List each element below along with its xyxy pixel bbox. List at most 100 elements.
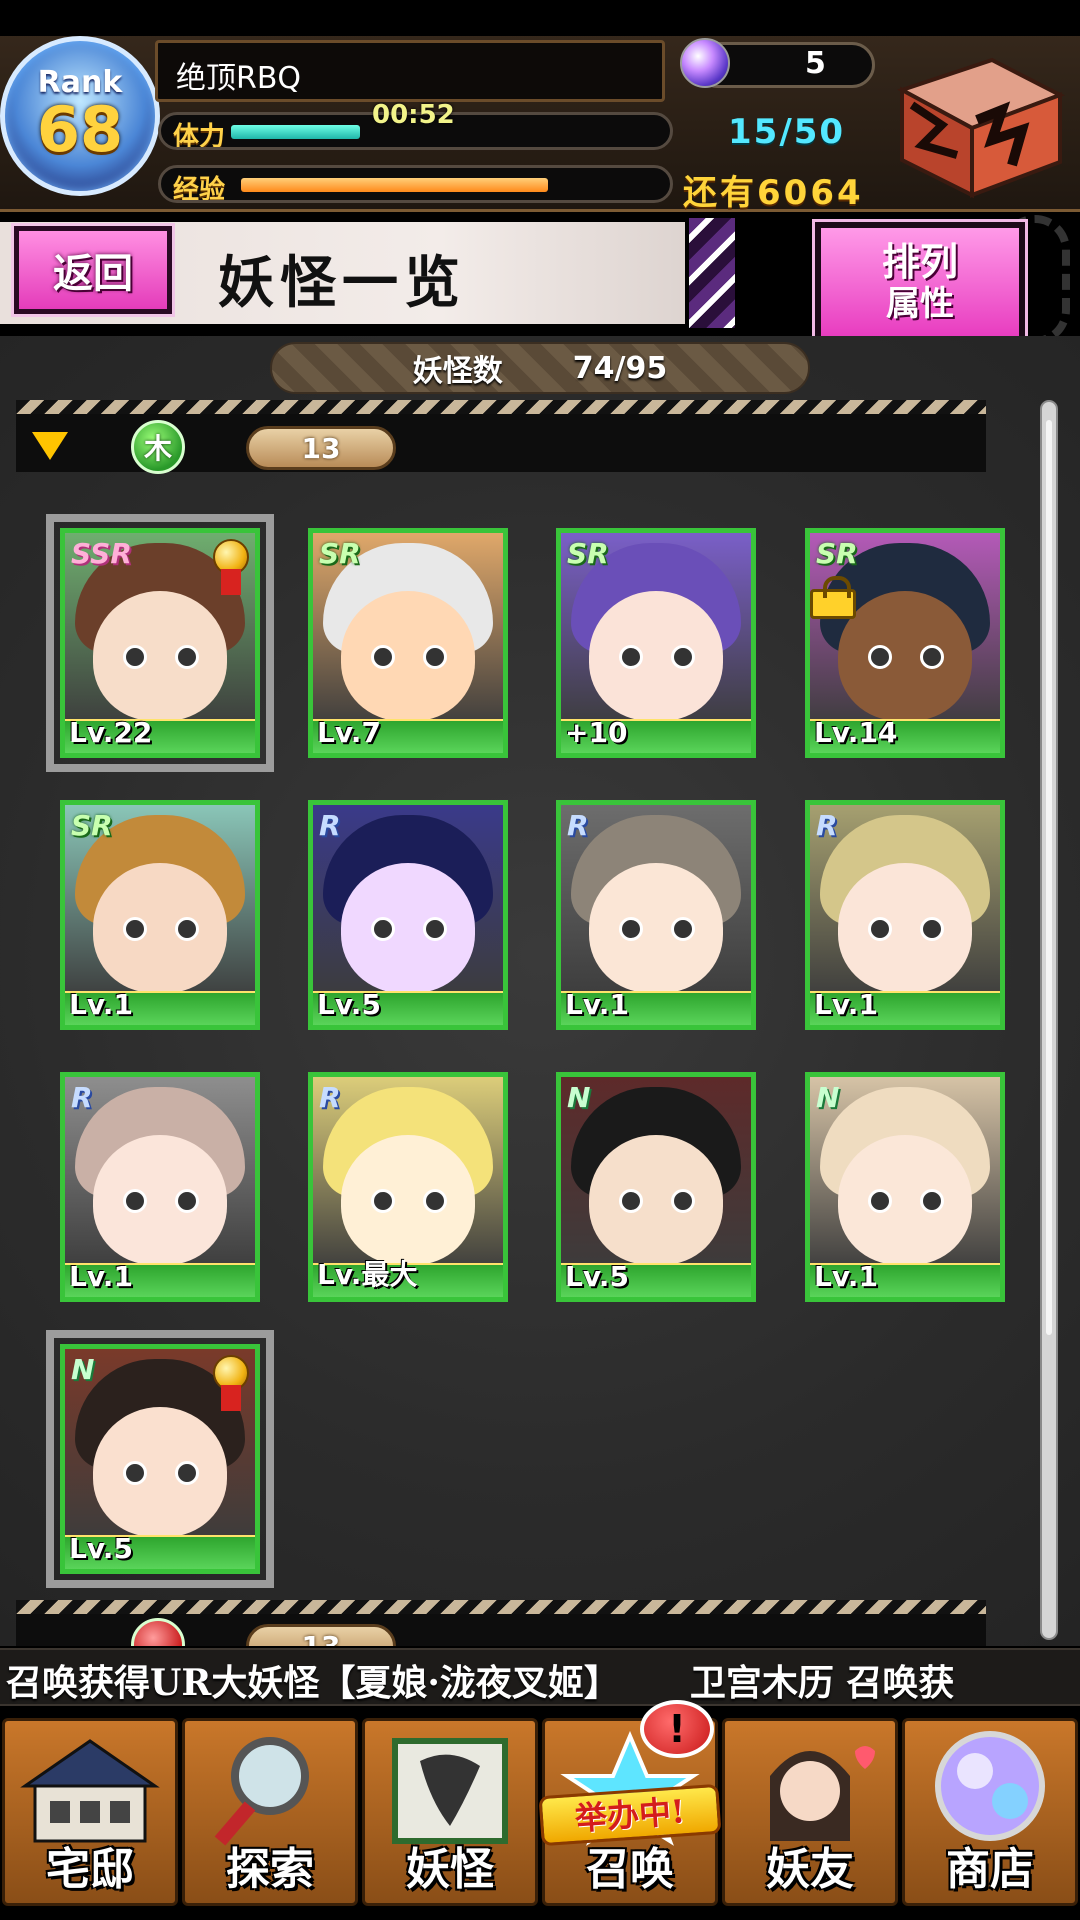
yokai-card[interactable]: R Lv.1 [805,800,1005,1030]
yokai-portrait [561,805,751,1000]
portrait-eye [423,917,447,941]
nav-shop[interactable]: 商店 [902,1718,1078,1906]
portrait-eye [371,1189,395,1213]
yokai-card[interactable]: R Lv.1 [556,800,756,1030]
yokai-card[interactable]: SR Lv.14 [805,528,1005,758]
rarity-badge: R [567,809,589,842]
portrait-eye [175,917,199,941]
yokai-card[interactable]: SR +10 [556,528,756,758]
stamina-fill [231,125,360,139]
sort-label: 排列 [881,239,958,284]
level-label: Lv.1 [565,988,629,1021]
group-header-fire[interactable]: 13 [16,1600,986,1646]
yokai-count-label: 妖怪数 [412,354,503,389]
portrait-eye [619,645,643,669]
yokai-card[interactable]: R Lv.1 [60,1072,260,1302]
yokai-count-bar: 妖怪数 74/95 [270,342,810,394]
exp-fill [241,178,548,192]
yokai-card[interactable]: SR Lv.1 [60,800,260,1030]
rarity-badge: N [816,1081,840,1114]
scrollbar-thumb[interactable] [1046,420,1052,1335]
yokai-card[interactable]: SR Lv.7 [308,528,508,758]
nav-label: 妖友 [766,1844,854,1895]
rarity-badge: N [567,1081,591,1114]
exp-remaining: 还有6064 [683,173,864,213]
scroll-icon [392,1738,508,1844]
portrait-eye [619,1189,643,1213]
portrait-eye [868,917,892,941]
portrait-eye [868,645,892,669]
portrait-eye [123,1461,147,1485]
group-count: 13 [246,1624,396,1646]
stamina-label: 体力 [173,122,226,150]
crystal-orb-icon [680,38,730,88]
nav-label: 妖怪 [406,1844,494,1895]
portrait-eye [123,645,147,669]
rarity-badge: N [71,1353,95,1386]
portrait-eye [371,917,395,941]
nav-label: 宅邸 [46,1844,134,1895]
portrait-eye [920,917,944,941]
portrait-face [93,1135,227,1265]
portrait-eye [920,645,944,669]
yokai-card[interactable]: N Lv.5 [556,1072,756,1302]
rarity-badge: R [319,809,341,842]
mansion-icon [20,1739,160,1843]
expand-arrow-icon [32,432,68,460]
gem-count: 5 [805,46,826,81]
rarity-badge: SR [319,537,361,570]
portrait-eye [123,1189,147,1213]
level-label: Lv.14 [814,716,898,749]
portrait-eye [371,645,395,669]
medal-icon [213,539,249,595]
fire-attribute-icon [131,1618,185,1646]
portrait-eye [671,645,695,669]
yokai-card[interactable]: SSR Lv.22 [46,514,274,772]
yokai-portrait [313,805,503,1000]
rarity-badge: R [816,809,838,842]
rarity-badge: SR [567,537,609,570]
portrait-face [589,1135,723,1265]
sort-mode: 属性 [886,284,954,324]
yokai-card[interactable]: R Lv.5 [308,800,508,1030]
portrait-face [589,591,723,721]
rarity-badge: R [319,1081,341,1114]
nav-explore[interactable]: 探索 [182,1718,358,1906]
portrait-face [341,1135,475,1265]
level-label: +10 [565,716,628,749]
rank-value: 68 [36,92,124,166]
yokai-portrait [810,805,1000,1000]
level-label: Lv.最大 [317,1258,418,1291]
nav-label: 商店 [946,1844,1034,1895]
portrait-eye [175,1461,199,1485]
nav-mansion[interactable]: 宅邸 [2,1718,178,1906]
level-label: Lv.1 [69,1260,133,1293]
portrait-eye [175,645,199,669]
gift-box-icon[interactable] [882,50,1067,200]
nav-label: 探索 [226,1844,314,1895]
nav-friends[interactable]: 妖友 [722,1718,898,1906]
portrait-eye [123,917,147,941]
nav-yokai[interactable]: 妖怪 [362,1718,538,1906]
stamina-timer: 00:52 [372,100,455,130]
level-label: Lv.5 [69,1532,133,1565]
header-stripe [685,218,735,328]
player-name: 绝顶RBQ [155,40,665,102]
level-label: Lv.7 [317,716,381,749]
group-header-wood[interactable]: 木 13 [16,400,986,474]
level-label: Lv.22 [69,716,153,749]
exp-bar: 经验 [158,165,673,203]
portrait-face [93,863,227,993]
group-count: 13 [246,426,396,470]
back-button[interactable]: 返回 [11,223,175,317]
yokai-count-value: 74/95 [572,350,668,386]
rarity-badge: SR [816,537,858,570]
level-label: Lv.1 [69,988,133,1021]
yokai-card[interactable]: N Lv.1 [805,1072,1005,1302]
rank-badge[interactable]: Rank 68 [0,36,160,196]
exp-label: 经验 [173,175,226,203]
sort-button[interactable]: 排列 属性 [812,219,1028,345]
yokai-card[interactable]: R Lv.最大 [308,1072,508,1302]
level-label: Lv.1 [814,988,878,1021]
yokai-card[interactable]: N Lv.5 [46,1330,274,1588]
